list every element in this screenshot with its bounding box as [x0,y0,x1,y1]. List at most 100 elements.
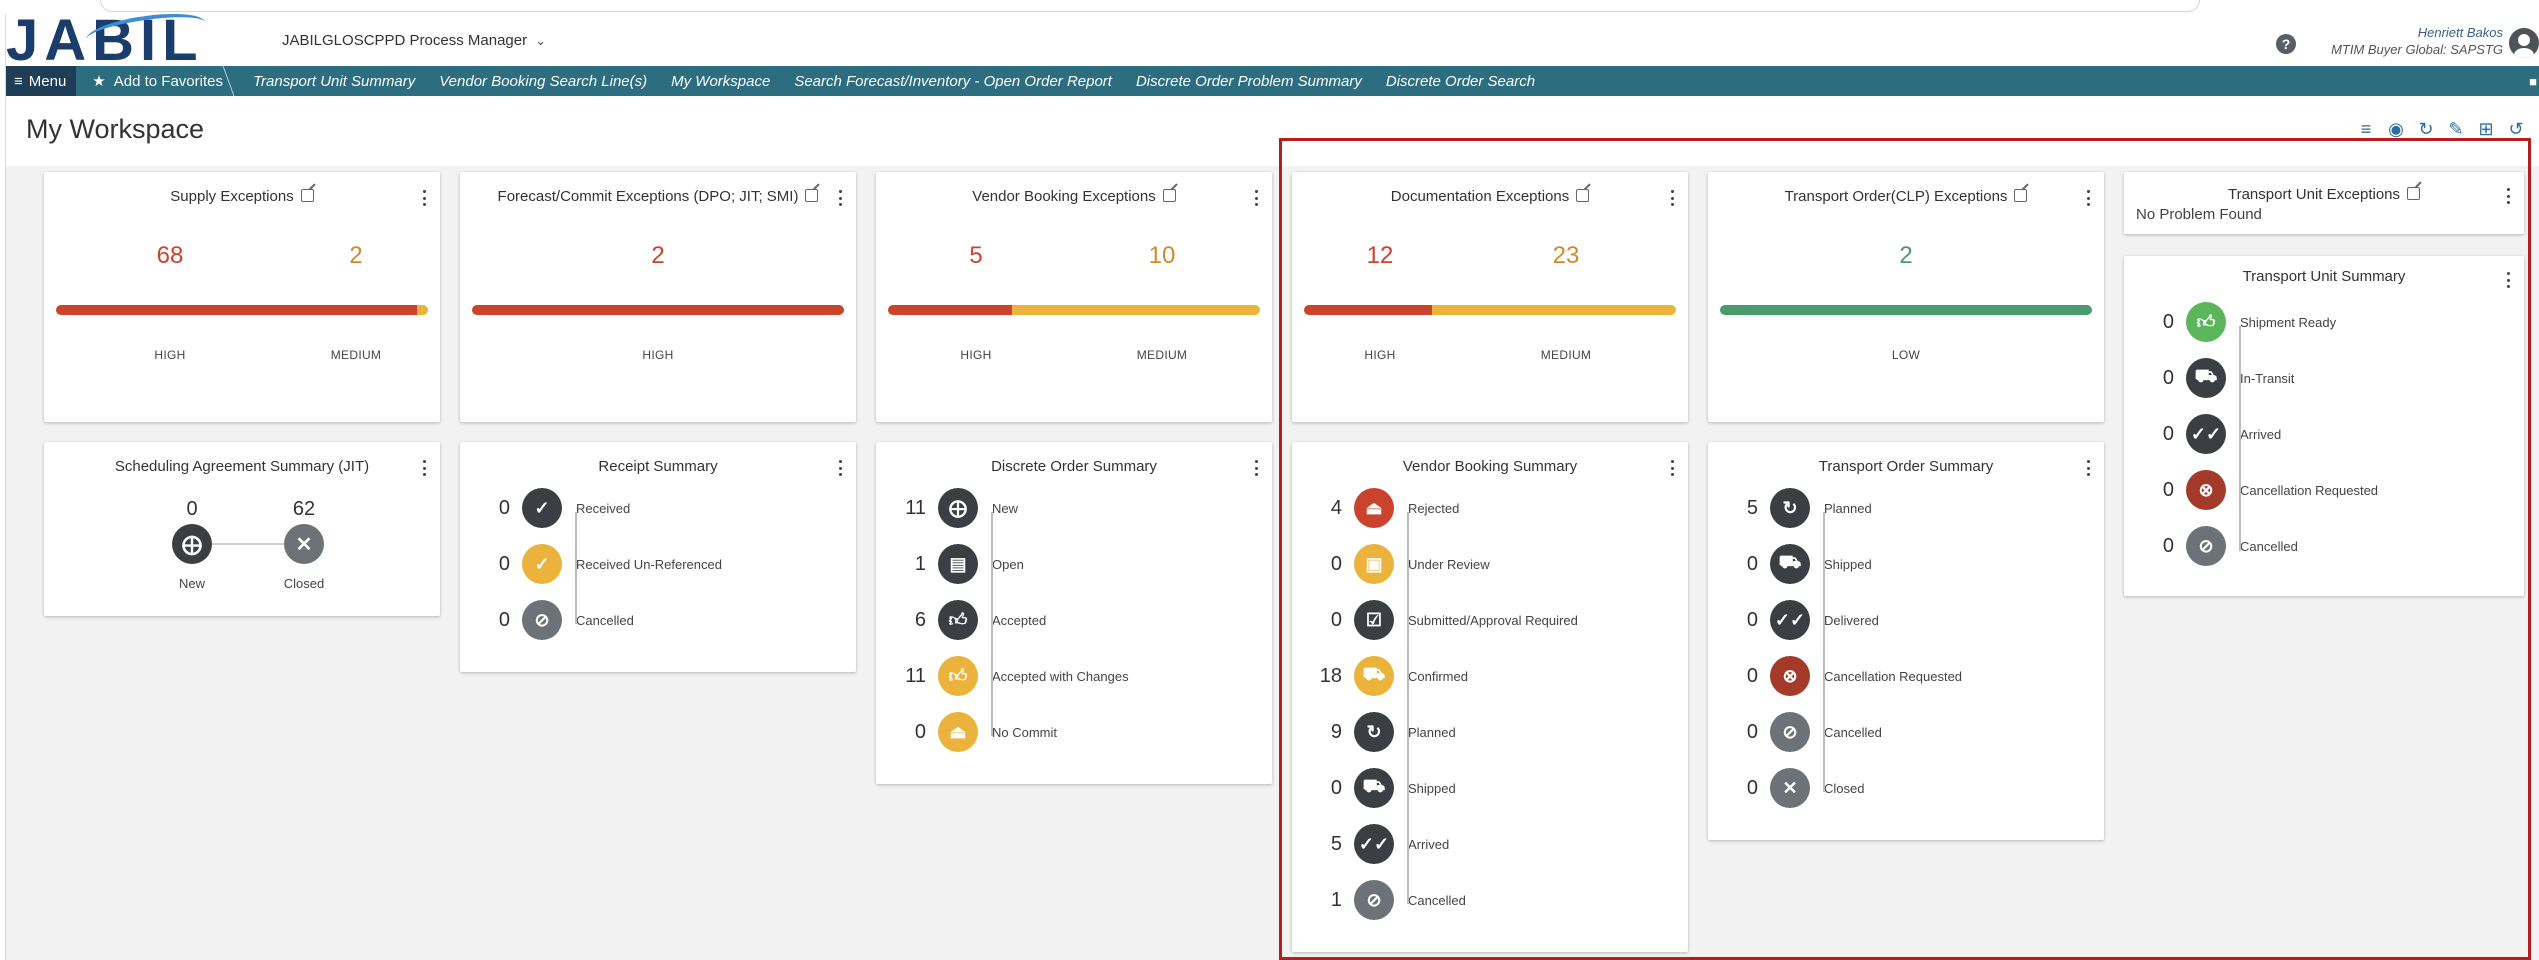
new-count[interactable]: 0 [162,498,222,521]
card-title[interactable]: Supply Exceptions [44,188,440,205]
card-title[interactable]: Documentation Exceptions [1292,188,1688,205]
hamburger-icon: ≡ [14,72,23,90]
nav-link-discrete-order-search[interactable]: Discrete Order Search [1374,73,1547,90]
summary-row[interactable]: 4 ⏏ Rejected [1292,488,1459,528]
kebab-menu-icon[interactable] [1254,460,1258,476]
card-title[interactable]: Scheduling Agreement Summary (JIT) [44,458,440,475]
card-title[interactable]: Transport Order Summary [1708,458,2104,475]
app-name-label: JABILGLOSCPPD Process Manager [282,32,528,49]
kebab-menu-icon[interactable] [1254,190,1258,206]
medium-count[interactable]: 2 [296,242,416,270]
card-title[interactable]: Receipt Summary [460,458,856,475]
high-count[interactable]: 12 [1320,242,1440,270]
external-link-icon[interactable] [300,189,314,202]
app-switcher[interactable]: JABILGLOSCPPD Process Manager ⌄ [282,32,546,49]
user-role: MTIM Buyer Global: SAPSTG [2331,42,2503,57]
kebab-menu-icon[interactable] [838,190,842,206]
nav-link-discrete-order-problem[interactable]: Discrete Order Problem Summary [1124,73,1374,90]
summary-row[interactable]: 0 ⛟ Shipped [1708,544,1872,584]
summary-row[interactable]: 5 ✓✓ Arrived [1292,824,1449,864]
add-widget-icon[interactable]: ⊞ [2475,118,2497,140]
nav-link-my-workspace[interactable]: My Workspace [659,73,782,90]
discrete-order-summary-card: Discrete Order Summary 11 ⨁ New 1 ▤ Open 6 👍︎… [876,442,1272,784]
kebab-menu-icon[interactable] [422,460,426,476]
summary-row[interactable]: 0 ⏏ No Commit [876,712,1057,752]
closed-count[interactable]: 62 [274,498,334,521]
receipt-summary-card: Receipt Summary 0 ✓ Received 0 ✓ Received Un… [460,442,856,672]
star-plus-icon: ★ [92,73,106,90]
summary-row[interactable]: 18 ⛟ Confirmed [1292,656,1468,696]
summary-row[interactable]: 0 ⛟ In-Transit [2124,358,2294,398]
low-count[interactable]: 2 [1846,242,1966,270]
menu-label: Menu [28,72,67,90]
card-title[interactable]: Transport Unit Summary [2124,268,2524,285]
card-title[interactable]: Vendor Booking Summary [1292,458,1688,475]
user-avatar-icon[interactable] [2509,28,2539,58]
reset-icon[interactable]: ↺ [2505,118,2527,140]
add-to-favorites-button[interactable]: ★ Add to Favorites [76,66,241,96]
high-count[interactable]: 2 [598,242,718,270]
card-title[interactable]: Transport Order(CLP) Exceptions [1708,188,2104,205]
edit-icon[interactable]: ✎ [2445,118,2467,140]
summary-row[interactable]: 1 ▤ Open [876,544,1024,584]
card-title[interactable]: Forecast/Commit Exceptions (DPO; JIT; SM… [460,188,856,205]
nav-link-vendor-booking-search[interactable]: Vendor Booking Search Line(s) [427,73,659,90]
high-count[interactable]: 68 [110,242,230,270]
external-link-icon[interactable] [805,189,819,202]
user-info[interactable]: Henriett Bakos MTIM Buyer Global: SAPSTG [2331,24,2503,58]
external-link-icon[interactable] [2014,189,2028,202]
high-count[interactable]: 5 [916,242,1036,270]
card-title[interactable]: Vendor Booking Exceptions [876,188,1272,205]
nav-more-icon[interactable]: ■ [2529,74,2537,89]
kebab-menu-icon[interactable] [1670,190,1674,206]
kebab-menu-icon[interactable] [2506,188,2510,204]
external-link-icon[interactable] [1162,189,1176,202]
medium-label: MEDIUM [1136,348,1188,362]
menu-button[interactable]: ≡ Menu [0,66,77,96]
medium-count[interactable]: 10 [1102,242,1222,270]
summary-row[interactable]: 0 ✓ Received Un-Referenced [460,544,722,584]
kebab-menu-icon[interactable] [1670,460,1674,476]
summary-row[interactable]: 0 👍︎ Shipment Ready [2124,302,2336,342]
external-link-icon[interactable] [1576,189,1590,202]
summary-row[interactable]: 0 ⊗ Cancellation Requested [1708,656,1962,696]
summary-row[interactable]: 0 ✓✓ Arrived [2124,414,2281,454]
plus-stack-icon[interactable]: ⨁ [172,524,212,564]
filter-icon[interactable]: ≡ [2355,118,2377,140]
summary-row[interactable]: 11 👍︎ Accepted with Changes [876,656,1129,696]
nav-link-transport-unit-summary[interactable]: Transport Unit Summary [241,73,427,90]
card-title[interactable]: Discrete Order Summary [876,458,1272,475]
summary-row[interactable]: 0 ✕ Closed [1708,768,1864,808]
summary-row[interactable]: 0 ⊗ Cancellation Requested [2124,470,2378,510]
jabil-logo[interactable]: JABIL [6,7,208,70]
x-icon[interactable]: ✕ [284,524,324,564]
summary-row[interactable]: 0 ✓✓ Delivered [1708,600,1879,640]
card-title[interactable]: Transport Unit Exceptions [2124,186,2524,203]
summary-row[interactable]: 0 ⊘ Cancelled [2124,526,2298,566]
ban-icon: ⊘ [1354,880,1394,920]
summary-row[interactable]: 6 👍︎ Accepted [876,600,1046,640]
summary-row[interactable]: 0 ⊘ Cancelled [1708,712,1882,752]
summary-row[interactable]: 0 ⛟ Shipped [1292,768,1456,808]
kebab-menu-icon[interactable] [2506,272,2510,288]
double-check-icon: ✓✓ [2186,414,2226,454]
nav-bar: ≡ Menu ★ Add to Favorites Transport Unit… [0,66,2539,96]
help-icon[interactable]: ? [2276,34,2296,54]
kebab-menu-icon[interactable] [838,460,842,476]
summary-row[interactable]: 0 ▣ Under Review [1292,544,1490,584]
summary-row[interactable]: 0 ⊘ Cancelled [460,600,634,640]
external-link-icon[interactable] [2407,187,2421,200]
medium-count[interactable]: 23 [1506,242,1626,270]
kebab-menu-icon[interactable] [2086,460,2090,476]
eye-icon[interactable]: ◉ [2385,118,2407,140]
summary-row[interactable]: 5 ↻ Planned [1708,488,1872,528]
summary-row[interactable]: 11 ⨁ New [876,488,1018,528]
nav-link-search-forecast[interactable]: Search Forecast/Inventory - Open Order R… [782,73,1124,90]
summary-row[interactable]: 0 ✓ Received [460,488,630,528]
refresh-icon[interactable]: ↻ [2415,118,2437,140]
kebab-menu-icon[interactable] [2086,190,2090,206]
summary-row[interactable]: 9 ↻ Planned [1292,712,1456,752]
kebab-menu-icon[interactable] [422,190,426,206]
summary-row[interactable]: 0 ☑ Submitted/Approval Required [1292,600,1578,640]
summary-row[interactable]: 1 ⊘ Cancelled [1292,880,1466,920]
